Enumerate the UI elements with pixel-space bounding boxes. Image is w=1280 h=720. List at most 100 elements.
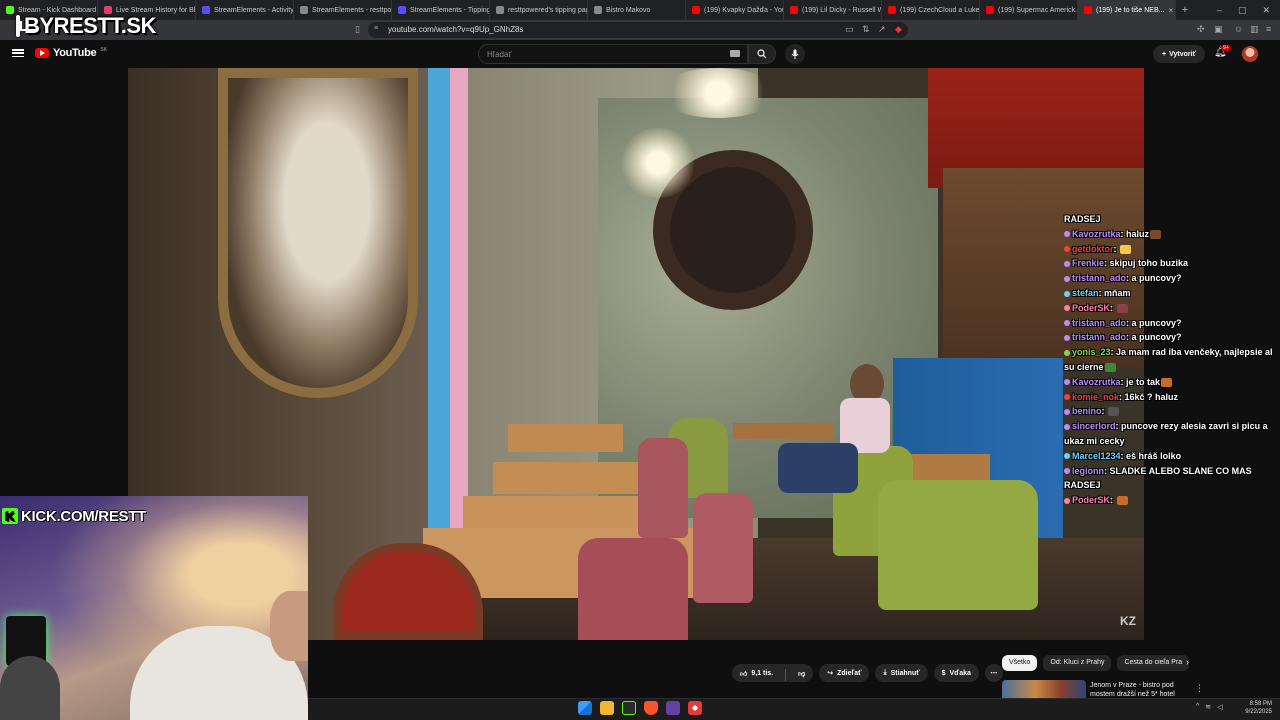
youtube-logo[interactable]: YouTube SK <box>35 47 107 59</box>
chat-message: benino: <box>1064 404 1280 419</box>
tab-favicon-icon <box>594 6 602 14</box>
chat-badge-icon <box>1064 349 1070 356</box>
chat-username: Kavozrutka <box>1072 228 1121 239</box>
tab-label: StreamElements - resttpow... <box>312 6 392 14</box>
stream-overlay-logo: BYRESTT.SK <box>16 11 156 41</box>
close-tab-icon[interactable]: × <box>1168 6 1173 15</box>
search-button[interactable] <box>748 44 776 64</box>
filter-chip[interactable]: Cesta do cieľa Pra <box>1117 655 1190 671</box>
chat-message: Frenkie: skipuj toho buzika <box>1064 256 1280 271</box>
create-button[interactable]: + Vytvoriť <box>1153 45 1205 63</box>
close-window-icon[interactable]: ✕ <box>1262 5 1270 16</box>
chat-username: benino <box>1072 406 1102 417</box>
hamburger-menu-icon[interactable] <box>12 47 24 59</box>
chat-emote-icon <box>1108 407 1119 417</box>
stream-chat-overlay: RADSEJ Kavozrutka: haluz getdoktor: Frenki… <box>1064 212 1280 508</box>
account-avatar[interactable] <box>1242 46 1258 62</box>
wallet-icon[interactable]: ▣ <box>1214 24 1223 35</box>
thanks-icon: $ <box>941 669 946 677</box>
tab-label: (199) CzechCloud a Lukefy... <box>900 6 980 14</box>
video-scene-person-legs <box>778 443 858 493</box>
chat-text: a puncovy? <box>1131 332 1182 343</box>
minimize-icon[interactable]: – <box>1217 5 1222 16</box>
tab-favicon-icon <box>790 6 798 14</box>
sidebar-icon[interactable]: ▥ <box>1250 24 1259 35</box>
chat-text: RADSEJ <box>1064 214 1101 224</box>
volume-icon[interactable]: ◁ <box>1217 703 1222 711</box>
keyboard-icon[interactable] <box>730 50 740 57</box>
chat-text: mňam <box>1104 287 1131 298</box>
network-icon[interactable]: ≋ <box>1205 703 1211 711</box>
taskbar-clock[interactable]: 8:58 PM 9/22/2025 <box>1238 700 1272 716</box>
maximize-icon[interactable]: ▢ <box>1238 5 1247 16</box>
browser-tab[interactable]: (199) Lil Dicky - Russell Wi... <box>784 0 882 20</box>
chat-username: Marcel1234 <box>1072 450 1121 461</box>
microphone-icon <box>791 49 799 59</box>
browser-tab[interactable]: (199) CzechCloud a Lukefy... <box>882 0 980 20</box>
chat-text: a puncovy? <box>1131 273 1182 284</box>
thumbs-up-icon: 👍︎ <box>740 670 748 678</box>
more-actions-button[interactable]: ⋯ <box>984 664 1003 682</box>
thanks-button[interactable]: $ Vďaka <box>933 664 979 682</box>
chat-emote-icon <box>1104 363 1116 373</box>
browser-tab[interactable]: StreamElements - Tipping <box>392 0 490 20</box>
cast-icon[interactable]: ▭ <box>845 24 854 35</box>
youtube-play-icon <box>35 48 49 58</box>
file-explorer-icon[interactable] <box>600 701 614 715</box>
chat-message: PoderSK: <box>1064 301 1280 316</box>
tray-chevron-icon[interactable]: ^ <box>1196 703 1199 711</box>
browser-tab[interactable]: (199) Kvapky Dažďa - YouT... <box>686 0 784 20</box>
share-icon[interactable]: ↗ <box>878 24 886 35</box>
recommended-video-title[interactable]: Jenom v Praze - bistro pod mostem dražší… <box>1090 681 1186 699</box>
share-arrow-icon: ↪ <box>827 670 834 677</box>
bookmark-icon[interactable]: ▯ <box>355 24 360 35</box>
more-vertical-icon[interactable]: ⋮ <box>1195 683 1204 694</box>
browser-tab[interactable]: resttpowered's tipping page <box>490 0 588 20</box>
new-tab-button[interactable]: + <box>1176 4 1194 16</box>
obs-icon[interactable] <box>688 701 702 715</box>
twitch-icon[interactable] <box>666 701 680 715</box>
search-input[interactable]: Hľadať <box>478 44 748 64</box>
tab-favicon-icon <box>398 6 406 14</box>
chat-message: Kavozrutka: je to tak <box>1064 375 1280 390</box>
download-button[interactable]: ⤓ Stiahnuť <box>875 664 928 682</box>
dislike-button[interactable]: 👎︎ <box>790 664 813 682</box>
system-tray: ^ ≋ ◁ <box>1196 703 1223 711</box>
page-scrollbar[interactable] <box>1272 68 1280 698</box>
browser-tab[interactable]: StreamElements - Activity fe... <box>196 0 294 20</box>
browser-tab[interactable]: (199) Supermac Americk... <box>980 0 1078 20</box>
menu-icon[interactable]: ≡ <box>1266 24 1271 34</box>
browser-tab[interactable]: (199) Je to tiše NEB... × <box>1078 0 1176 20</box>
brave-shield-icon[interactable]: ◆ <box>895 24 902 35</box>
extensions-icon[interactable]: ✣ <box>1197 24 1205 35</box>
voice-search-button[interactable] <box>785 44 805 64</box>
site-info-icon[interactable]: ≡ <box>374 25 378 32</box>
address-bar[interactable]: ≡ youtube.com/watch?v=q9Up_GNhZ8s <box>368 22 908 38</box>
windows-start-icon[interactable] <box>578 701 592 715</box>
terminal-icon[interactable] <box>622 701 636 715</box>
chat-username: tristann_ado <box>1072 332 1127 343</box>
brave-browser-icon[interactable] <box>644 701 658 715</box>
chat-message: RADSEJ <box>1064 212 1280 227</box>
download-icon: ⤓ <box>883 669 887 676</box>
filter-chip[interactable]: Od: Kluci z Prahy <box>1043 655 1112 671</box>
chat-username: komie_nok <box>1072 391 1120 402</box>
profile-icon[interactable]: ☺ <box>1234 24 1243 34</box>
chat-username: tristann_ado <box>1072 273 1127 284</box>
chat-badge-icon <box>1064 453 1070 460</box>
like-button[interactable]: 👍︎ 9,1 tis. <box>732 664 781 682</box>
chat-message: komie_nok: 16kč ? haluz <box>1064 390 1280 405</box>
chevron-right-icon[interactable]: › <box>1186 657 1189 667</box>
chat-separator: : <box>1110 302 1116 313</box>
video-scene-chandelier <box>618 128 698 198</box>
share-button[interactable]: ↪ Zdieľať <box>819 664 870 682</box>
clock-date: 9/22/2025 <box>1245 709 1272 715</box>
video-scene-chair <box>638 438 688 538</box>
tab-favicon-icon <box>692 6 700 14</box>
browser-tab[interactable]: Bistro Makovo <box>588 0 686 20</box>
translate-icon[interactable]: ⇅ <box>862 24 870 35</box>
filter-chip[interactable]: Všetko <box>1002 655 1038 671</box>
browser-tab[interactable]: StreamElements - resttpow... <box>294 0 392 20</box>
video-scene-table <box>733 423 833 439</box>
tab-label: (199) Lil Dicky - Russell Wi... <box>802 6 881 14</box>
